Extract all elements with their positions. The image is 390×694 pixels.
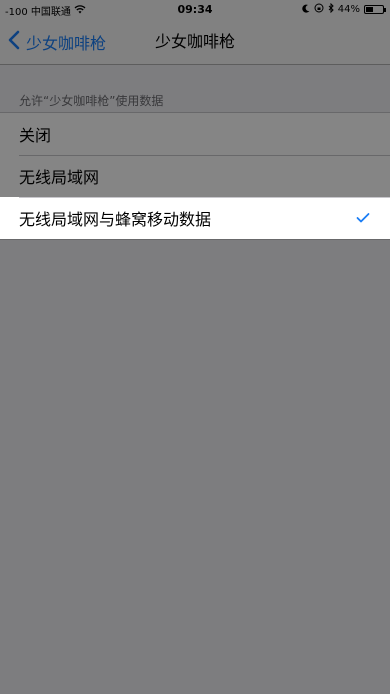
- option-label: 无线局域网: [19, 168, 100, 187]
- status-bar: -100 中国联通 09:34 44%: [0, 0, 390, 20]
- status-right: 44%: [302, 2, 386, 16]
- screen: -100 中国联通 09:34 44% 少女咖啡枪 少女咖啡枪 允许“少女咖啡枪…: [0, 0, 390, 694]
- option-wlan[interactable]: 无线局域网: [0, 155, 390, 197]
- chevron-left-icon: [8, 30, 26, 54]
- option-label: 关闭: [19, 126, 52, 145]
- checkmark-icon: [356, 209, 370, 228]
- option-label: 无线局域网与蜂窝移动数据: [19, 210, 212, 229]
- moon-icon: [302, 4, 310, 16]
- battery-percent: 44%: [337, 4, 360, 15]
- data-usage-options: 关闭 无线局域网 无线局域网与蜂窝移动数据: [0, 112, 390, 240]
- dim-overlay-bottom: [0, 239, 390, 694]
- option-off[interactable]: 关闭: [0, 113, 390, 155]
- bluetooth-icon: [328, 2, 334, 16]
- section-header: 允许“少女咖啡枪”使用数据: [19, 94, 164, 108]
- back-button[interactable]: 少女咖啡枪: [8, 20, 106, 64]
- navigation-bar: 少女咖啡枪 少女咖啡枪: [0, 20, 390, 65]
- option-wlan-and-cellular[interactable]: 无线局域网与蜂窝移动数据: [0, 197, 390, 239]
- rotation-lock-icon: [314, 3, 324, 16]
- battery-icon: [364, 5, 386, 14]
- back-label: 少女咖啡枪: [26, 34, 107, 53]
